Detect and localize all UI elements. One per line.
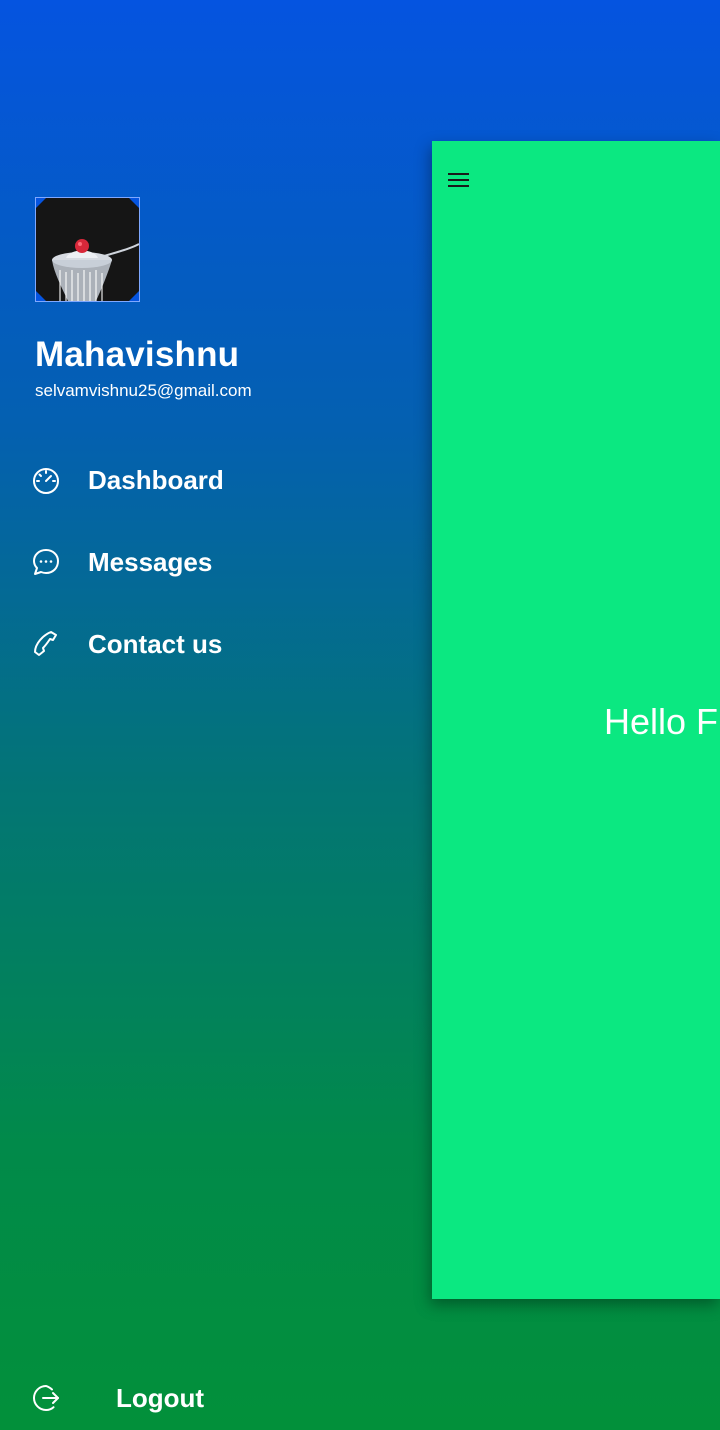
profile-name: Mahavishnu	[35, 335, 240, 374]
drawer-item-label: Dashboard	[88, 464, 224, 495]
drawer-item-dashboard[interactable]: Dashboard	[30, 458, 390, 502]
navigation-drawer: Mahavishnu selvamvishnu25@gmail.com Dash…	[0, 0, 430, 1430]
drawer-item-messages[interactable]: Messages	[30, 540, 390, 584]
cupcake-photo-image	[36, 198, 139, 301]
main-content-panel[interactable]: Hello F	[432, 141, 720, 1299]
logout-icon	[30, 1382, 62, 1414]
speedometer-icon	[30, 464, 62, 496]
profile-avatar[interactable]	[35, 197, 140, 302]
profile-email: selvamvishnu25@gmail.com	[35, 381, 252, 400]
logout-button[interactable]: Logout	[30, 1376, 330, 1420]
chat-bubble-icon	[30, 546, 62, 578]
logout-label: Logout	[116, 1382, 205, 1413]
drawer-item-label: Contact us	[88, 628, 223, 659]
greeting-text: Hello F	[604, 701, 719, 742]
phone-icon	[30, 628, 62, 660]
drawer-item-contact-us[interactable]: Contact us	[30, 622, 390, 666]
drawer-item-label: Messages	[88, 546, 213, 577]
hamburger-icon[interactable]	[446, 169, 472, 191]
